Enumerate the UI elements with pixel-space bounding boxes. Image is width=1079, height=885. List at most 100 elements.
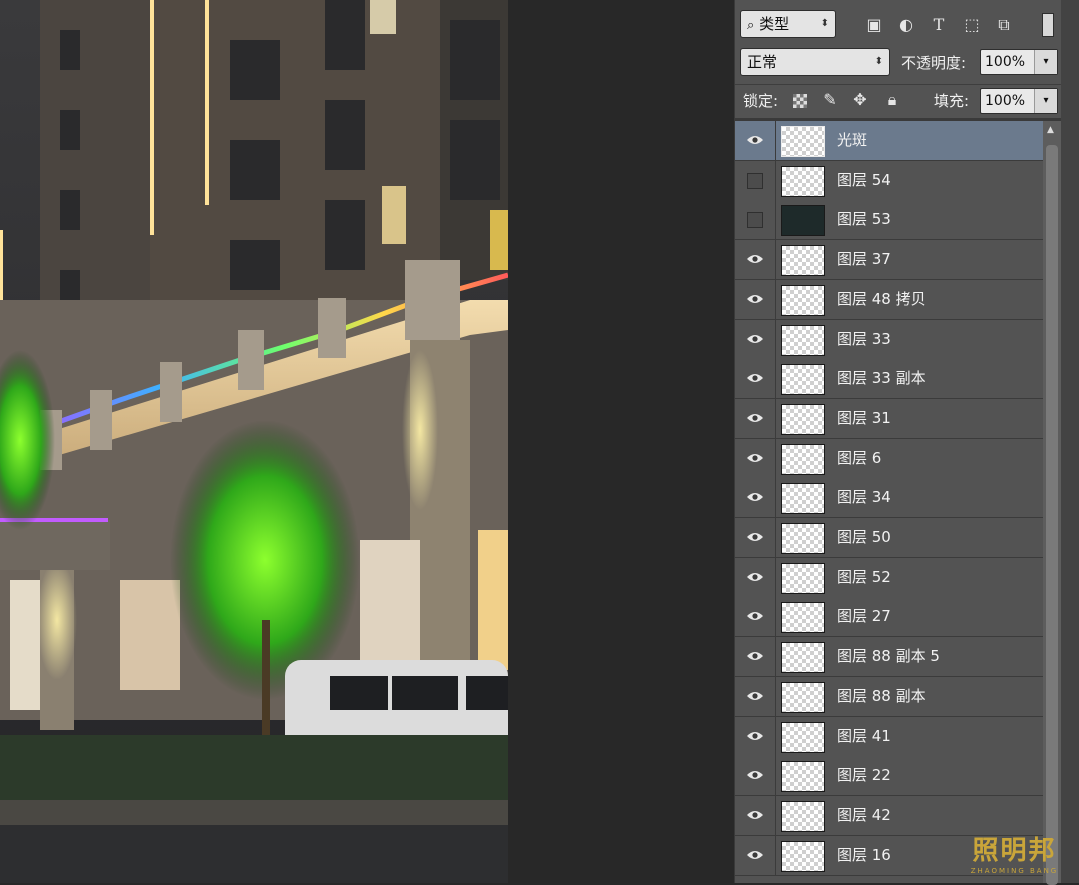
layer-thumbnail[interactable] — [781, 245, 825, 276]
layer-thumbnail[interactable] — [781, 602, 825, 633]
layer-name[interactable]: 图层 54 — [837, 161, 891, 200]
layer-thumbnail[interactable] — [781, 404, 825, 435]
layer-thumbnail[interactable] — [781, 364, 825, 395]
layer-name[interactable]: 图层 88 副本 5 — [837, 637, 940, 676]
layer-thumbnail[interactable] — [781, 205, 825, 236]
layer-name[interactable]: 图层 27 — [837, 597, 891, 636]
layer-name[interactable]: 图层 37 — [837, 240, 891, 279]
layer-thumbnail[interactable] — [781, 126, 825, 157]
visibility-toggle[interactable] — [735, 717, 776, 756]
visibility-toggle[interactable] — [735, 637, 776, 676]
layer-row[interactable]: 图层 37 — [735, 240, 1043, 280]
scroll-up-icon[interactable]: ▲ — [1047, 125, 1054, 135]
opacity-field[interactable]: 100% ▾ — [980, 49, 1058, 75]
layer-name[interactable]: 图层 50 — [837, 518, 891, 557]
layer-name[interactable]: 图层 41 — [837, 717, 891, 756]
layer-name[interactable]: 图层 53 — [837, 200, 891, 239]
layer-name[interactable]: 图层 52 — [837, 558, 891, 597]
layer-row[interactable]: 图层 53 — [735, 200, 1043, 240]
layers-scrollbar[interactable]: ▲ — [1043, 121, 1061, 885]
shape-filter-icon[interactable]: ⬚ — [961, 14, 983, 36]
layer-row[interactable]: 图层 31 — [735, 399, 1043, 439]
layer-row[interactable]: 图层 50 — [735, 518, 1043, 558]
visibility-toggle[interactable] — [735, 756, 776, 795]
layer-thumbnail[interactable] — [781, 841, 825, 872]
visibility-toggle[interactable] — [735, 399, 776, 438]
visibility-toggle[interactable] — [735, 836, 776, 875]
type-filter-icon[interactable]: T — [928, 14, 950, 36]
scrollbar-thumb[interactable] — [1046, 145, 1058, 885]
visibility-toggle[interactable] — [735, 597, 776, 636]
layer-thumbnail[interactable] — [781, 325, 825, 356]
layer-thumbnail[interactable] — [781, 483, 825, 514]
visibility-toggle[interactable] — [735, 677, 776, 716]
visibility-toggle[interactable] — [735, 320, 776, 359]
eye-icon — [747, 414, 763, 422]
visibility-toggle[interactable] — [735, 558, 776, 597]
layer-row[interactable]: 图层 48 拷贝 — [735, 280, 1043, 320]
layer-name[interactable]: 图层 88 副本 — [837, 677, 926, 716]
layer-name[interactable]: 光斑 — [837, 121, 867, 160]
visibility-toggle[interactable] — [735, 478, 776, 517]
eye-icon — [747, 652, 763, 660]
visibility-toggle[interactable] — [735, 240, 776, 279]
layer-thumbnail[interactable] — [781, 166, 825, 197]
fill-label: 填充: — [934, 92, 970, 110]
layer-row[interactable]: 图层 22 — [735, 756, 1043, 796]
visibility-toggle[interactable] — [735, 796, 776, 835]
workspace-background — [508, 0, 734, 883]
layer-name[interactable]: 图层 33 副本 — [837, 359, 926, 398]
layer-name[interactable]: 图层 6 — [837, 439, 881, 478]
layer-row[interactable]: 图层 88 副本 5 — [735, 637, 1043, 677]
layer-row[interactable]: 图层 33 — [735, 320, 1043, 360]
layer-row[interactable]: 图层 33 副本 — [735, 359, 1043, 399]
visibility-toggle[interactable] — [735, 518, 776, 557]
filter-toggle-switch[interactable] — [1042, 13, 1054, 37]
layer-row[interactable]: 图层 42 — [735, 796, 1043, 836]
adjustment-filter-icon[interactable]: ◐ — [895, 14, 917, 36]
visibility-toggle[interactable] — [735, 200, 776, 239]
layer-name[interactable]: 图层 33 — [837, 320, 891, 359]
chevron-down-icon[interactable]: ▾ — [1034, 89, 1057, 113]
layer-thumbnail[interactable] — [781, 523, 825, 554]
layer-row[interactable]: 图层 52 — [735, 558, 1043, 598]
document-canvas[interactable] — [0, 0, 508, 883]
layer-thumbnail[interactable] — [781, 444, 825, 475]
layer-name[interactable]: 图层 34 — [837, 478, 891, 517]
layer-thumbnail[interactable] — [781, 563, 825, 594]
visibility-toggle[interactable] — [735, 161, 776, 200]
blend-mode-select[interactable]: 正常 ⬍ — [740, 48, 890, 76]
lock-paint-icon[interactable]: ✎ — [819, 89, 841, 111]
eye-icon — [747, 454, 763, 462]
layer-thumbnail[interactable] — [781, 761, 825, 792]
lock-transparency-icon[interactable] — [793, 94, 807, 108]
visibility-toggle[interactable] — [735, 280, 776, 319]
layer-thumbnail[interactable] — [781, 682, 825, 713]
layer-name[interactable]: 图层 16 — [837, 836, 891, 875]
layer-row[interactable]: 图层 27 — [735, 597, 1043, 637]
layer-row[interactable]: 图层 6 — [735, 439, 1043, 479]
layer-row[interactable]: 图层 34 — [735, 478, 1043, 518]
layer-row[interactable]: 图层 88 副本 — [735, 677, 1043, 717]
chevron-down-icon[interactable]: ▾ — [1034, 50, 1057, 74]
layer-row[interactable]: 光斑 — [735, 121, 1043, 161]
smart-object-filter-icon[interactable]: ⧉ — [993, 14, 1015, 36]
layer-name[interactable]: 图层 48 拷贝 — [837, 280, 926, 319]
layer-thumbnail[interactable] — [781, 642, 825, 673]
image-filter-icon[interactable]: ▣ — [863, 14, 885, 36]
filter-kind-select[interactable]: ⌕ 类型 ⬍ — [740, 10, 836, 38]
layer-name[interactable]: 图层 42 — [837, 796, 891, 835]
layer-thumbnail[interactable] — [781, 722, 825, 753]
layer-name[interactable]: 图层 22 — [837, 756, 891, 795]
visibility-toggle[interactable] — [735, 359, 776, 398]
layer-row[interactable]: 图层 54 — [735, 161, 1043, 201]
fill-field[interactable]: 100% ▾ — [980, 88, 1058, 114]
lock-all-icon[interactable]: 🔒︎ — [881, 89, 903, 111]
visibility-toggle[interactable] — [735, 439, 776, 478]
layer-row[interactable]: 图层 41 — [735, 717, 1043, 757]
lock-position-icon[interactable]: ✥ — [849, 89, 871, 111]
layer-thumbnail[interactable] — [781, 285, 825, 316]
layer-name[interactable]: 图层 31 — [837, 399, 891, 438]
visibility-toggle[interactable] — [735, 121, 776, 160]
layer-thumbnail[interactable] — [781, 801, 825, 832]
